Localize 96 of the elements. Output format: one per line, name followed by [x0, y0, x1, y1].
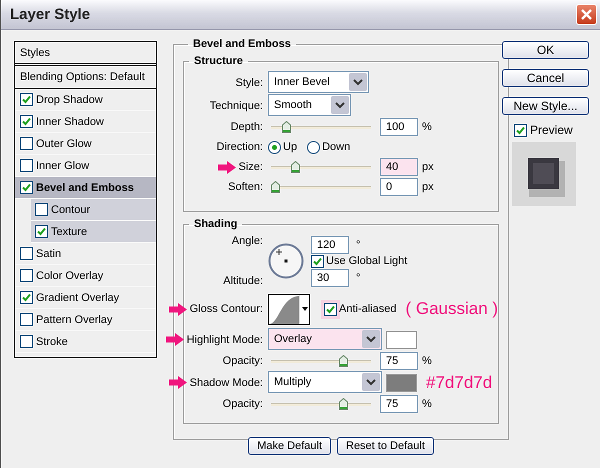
checkbox[interactable]: [20, 93, 33, 106]
style-list-item[interactable]: Outer Glow: [15, 133, 156, 155]
checkbox[interactable]: [20, 181, 33, 194]
color-swatch[interactable]: [386, 330, 417, 348]
input-field[interactable]: 75: [380, 395, 418, 413]
style-list-item[interactable]: Stroke: [15, 331, 156, 353]
field-label: Opacity:: [222, 355, 263, 367]
style-list-item[interactable]: Color Overlay: [15, 265, 156, 287]
checkbox[interactable]: [20, 159, 33, 172]
checkbox[interactable]: [20, 335, 33, 348]
field-label: Size:: [238, 161, 263, 173]
input-field[interactable]: 40: [380, 158, 418, 176]
checkbox-option[interactable]: Anti-aliased: [324, 302, 396, 316]
dialog-button[interactable]: Reset to Default: [337, 437, 434, 455]
field-label: Highlight Mode:: [186, 334, 263, 346]
annotation-text: ( Gaussian ): [405, 299, 498, 319]
caret-icon: [334, 102, 345, 108]
angle-dial[interactable]: [268, 243, 304, 279]
slider-thumb[interactable]: [271, 180, 280, 192]
dropdown[interactable]: Overlay: [268, 328, 382, 350]
field-label: Angle:: [232, 235, 263, 247]
field-label: Shadow Mode:: [190, 376, 263, 388]
style-list-item[interactable]: Pattern Overlay: [15, 309, 156, 331]
slider-thumb[interactable]: [291, 160, 300, 172]
style-list-item[interactable]: Gradient Overlay: [15, 287, 156, 309]
field-label: Direction:: [216, 141, 263, 153]
group-title: Structure: [193, 55, 244, 67]
caret-icon: [352, 78, 363, 86]
checkbox[interactable]: [514, 124, 527, 136]
checkbox[interactable]: [35, 225, 48, 238]
slider[interactable]: [271, 398, 371, 410]
slider-thumb[interactable]: [339, 398, 348, 410]
style-list-item[interactable]: Contour: [31, 199, 156, 221]
style-list-item[interactable]: Satin: [15, 243, 156, 265]
checkbox[interactable]: [20, 115, 33, 128]
dropdown[interactable]: Smooth: [268, 94, 351, 116]
unit-label: px: [422, 161, 434, 173]
window-title: Layer Style: [10, 6, 90, 23]
radio-button[interactable]: Up: [268, 140, 298, 154]
input-field[interactable]: 0: [380, 178, 418, 196]
contour-picker[interactable]: [268, 294, 310, 324]
slider[interactable]: [271, 354, 371, 368]
checkbox[interactable]: [311, 254, 324, 268]
caret-icon: [366, 378, 376, 386]
checkbox-option[interactable]: Preview: [514, 123, 589, 137]
caret-icon: [302, 307, 308, 311]
unit-label: °: [356, 272, 360, 284]
style-list-item[interactable]: Inner Shadow: [15, 111, 156, 133]
dropdown[interactable]: Multiply: [268, 371, 382, 393]
input-field[interactable]: 30: [311, 268, 349, 286]
unit-label: %: [422, 355, 432, 367]
checkbox[interactable]: [35, 203, 48, 216]
dialog-button[interactable]: Make Default: [248, 437, 331, 455]
checkbox[interactable]: [20, 313, 33, 326]
radio-button[interactable]: Down: [307, 140, 350, 154]
dialog-button[interactable]: New Style...: [502, 97, 589, 115]
input-field[interactable]: 75: [380, 352, 418, 370]
unit-label: %: [422, 398, 432, 410]
input-field[interactable]: 100: [380, 118, 418, 136]
checkbox[interactable]: [20, 247, 33, 260]
field-label: Technique:: [210, 100, 263, 112]
style-list-item[interactable]: Bevel and Emboss: [15, 177, 156, 199]
slider[interactable]: [271, 160, 371, 174]
slider[interactable]: [271, 180, 371, 194]
style-list-item[interactable]: Blending Options: Default: [15, 66, 156, 89]
slider-thumb[interactable]: [282, 120, 291, 132]
dialog-button[interactable]: Cancel: [502, 69, 589, 87]
checkbox[interactable]: [20, 137, 33, 150]
close-button[interactable]: [576, 4, 597, 25]
unit-label: %: [422, 121, 432, 133]
caret-icon: [366, 336, 376, 342]
color-swatch[interactable]: [386, 374, 417, 392]
input-field[interactable]: 120: [311, 236, 349, 254]
unit-label: °: [356, 238, 360, 250]
field-label: Altitude:: [223, 275, 263, 287]
group-title: Shading: [193, 218, 238, 230]
checkbox[interactable]: [20, 291, 33, 304]
dropdown[interactable]: Inner Bevel: [268, 71, 369, 93]
dialog-button[interactable]: OK: [502, 41, 589, 59]
field-label: Opacity:: [222, 398, 263, 410]
slider-thumb[interactable]: [339, 354, 348, 366]
style-list-item[interactable]: Drop Shadow: [15, 89, 156, 111]
checkbox[interactable]: [20, 269, 33, 282]
slider[interactable]: [271, 120, 371, 134]
field-label: Style:: [235, 76, 263, 88]
annotation-text: #7d7d7d: [426, 372, 492, 392]
preview-thumbnail: [512, 142, 576, 206]
unit-label: px: [422, 181, 434, 193]
group-title: Bevel and Emboss: [192, 38, 292, 50]
field-label: Gloss Contour:: [190, 303, 263, 315]
list-header: Styles: [15, 42, 156, 66]
style-list-item[interactable]: Texture: [31, 221, 156, 243]
field-label: Soften:: [228, 181, 263, 193]
checkbox-option[interactable]: Use Global Light: [311, 254, 408, 268]
close-icon: [580, 8, 593, 21]
field-label: Depth:: [230, 121, 263, 133]
